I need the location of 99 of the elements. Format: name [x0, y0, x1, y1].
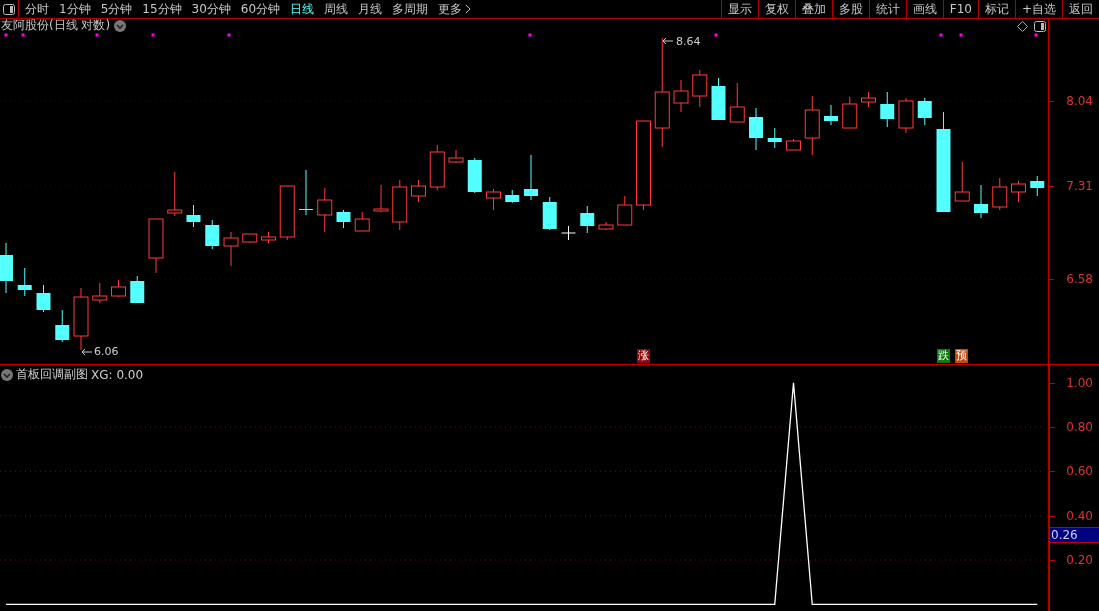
- toolbar-button[interactable]: 叠加: [794, 0, 832, 18]
- signal-badge: 跌: [936, 349, 950, 363]
- candle: [242, 233, 258, 244]
- candle: [673, 79, 689, 113]
- candle: [299, 169, 313, 216]
- toolbar-button[interactable]: 统计: [868, 0, 906, 18]
- candle: [336, 209, 351, 229]
- candle: [36, 284, 51, 313]
- axis-label: 8.04: [1066, 94, 1093, 109]
- toolbar-button[interactable]: 复权: [757, 0, 795, 18]
- period-tab[interactable]: 30分钟: [187, 0, 235, 18]
- toolbar-button[interactable]: 标记: [977, 0, 1015, 18]
- candle: [373, 184, 389, 213]
- axis-label: 0.60: [1066, 464, 1093, 479]
- candle: [467, 157, 482, 194]
- signal-badge: 涨: [636, 349, 650, 363]
- candle: [111, 279, 126, 298]
- candle: [505, 189, 520, 204]
- candle: [861, 91, 876, 108]
- diamond-icon[interactable]: [1017, 21, 1028, 32]
- candle: [130, 275, 145, 304]
- toolbar-button[interactable]: 多股: [831, 0, 869, 18]
- candle: [524, 154, 538, 201]
- period-tab[interactable]: 更多: [434, 0, 476, 18]
- candle: [898, 97, 914, 134]
- chart-title: 友阿股份(日线 对数): [1, 19, 111, 32]
- current-value-label: 0.26: [1050, 526, 1099, 543]
- indicator-title: 首板回调副图: [16, 366, 88, 383]
- toolbar-button[interactable]: 画线: [905, 0, 943, 18]
- candle: [580, 205, 595, 234]
- candle: [842, 96, 858, 129]
- candle: [729, 82, 745, 123]
- candle: [561, 225, 576, 241]
- candle: [1030, 175, 1045, 197]
- candle: [1011, 180, 1026, 203]
- indicator-readout: XG: 0.00: [91, 367, 144, 382]
- toolbar-button[interactable]: +自选: [1014, 0, 1062, 18]
- candle: [223, 231, 239, 267]
- panel-toggle-icon[interactable]: [0, 0, 19, 18]
- axis-label: 0.40: [1066, 508, 1093, 523]
- candle: [392, 179, 408, 231]
- period-tab[interactable]: 多周期: [388, 0, 433, 18]
- leader-arrow: [661, 37, 674, 45]
- candle: [448, 149, 464, 164]
- axis-label: 0.80: [1066, 420, 1093, 435]
- period-tab[interactable]: 月线: [354, 0, 387, 18]
- high-price-label: 8.64: [676, 35, 701, 48]
- period-tab[interactable]: 分时: [21, 0, 53, 18]
- candle: [73, 287, 89, 351]
- axis-label: 7.31: [1066, 178, 1093, 193]
- candle: [749, 107, 763, 151]
- candle: [598, 221, 614, 231]
- candle: [429, 144, 445, 191]
- toolbar-button[interactable]: 显示: [720, 0, 758, 18]
- candle: [17, 267, 32, 297]
- axis-label: 1.00: [1066, 375, 1093, 390]
- candle: [692, 69, 708, 108]
- period-tab[interactable]: 日线: [286, 0, 319, 18]
- candle: [92, 282, 108, 304]
- chevron-right-icon: [465, 4, 472, 14]
- candle: [786, 138, 801, 151]
- candle: [974, 184, 988, 219]
- candle: [880, 91, 895, 128]
- period-tab[interactable]: 周线: [320, 0, 353, 18]
- candle: [767, 127, 782, 149]
- axis-label: 6.58: [1066, 272, 1093, 286]
- signal-badge: 预: [955, 349, 969, 363]
- candle: [279, 185, 295, 241]
- axis-label: 0.20: [1066, 553, 1093, 567]
- candle: [542, 196, 557, 231]
- period-tab[interactable]: 15分钟: [138, 0, 186, 18]
- candle: [354, 211, 370, 232]
- candle: [804, 95, 820, 156]
- toolbar-button[interactable]: F10: [942, 0, 978, 18]
- period-tab[interactable]: 60分钟: [236, 0, 285, 18]
- candle: [411, 179, 426, 203]
- leader-arrow: [81, 348, 93, 356]
- period-tab[interactable]: 1分钟: [55, 0, 95, 18]
- candle: [55, 309, 70, 343]
- candle: [711, 77, 726, 121]
- candle: [186, 204, 201, 228]
- candle: [261, 231, 276, 244]
- candle: [917, 97, 932, 126]
- period-tab[interactable]: 5分钟: [96, 0, 137, 18]
- candle: [486, 188, 501, 211]
- candle: [0, 242, 13, 294]
- candle: [317, 187, 333, 233]
- candle: [824, 104, 838, 126]
- low-price-label: 6.06: [94, 345, 119, 358]
- panel-toggle-icon[interactable]: [1034, 21, 1046, 32]
- candle: [167, 171, 183, 217]
- toolbar-button[interactable]: 返回: [1062, 0, 1099, 18]
- chevron-down-icon[interactable]: [114, 19, 127, 32]
- candle: [205, 219, 220, 250]
- candle: [617, 195, 633, 226]
- candle: [148, 218, 164, 274]
- candle: [954, 161, 970, 202]
- candle: [992, 177, 1008, 211]
- chevron-down-icon[interactable]: [1, 368, 13, 381]
